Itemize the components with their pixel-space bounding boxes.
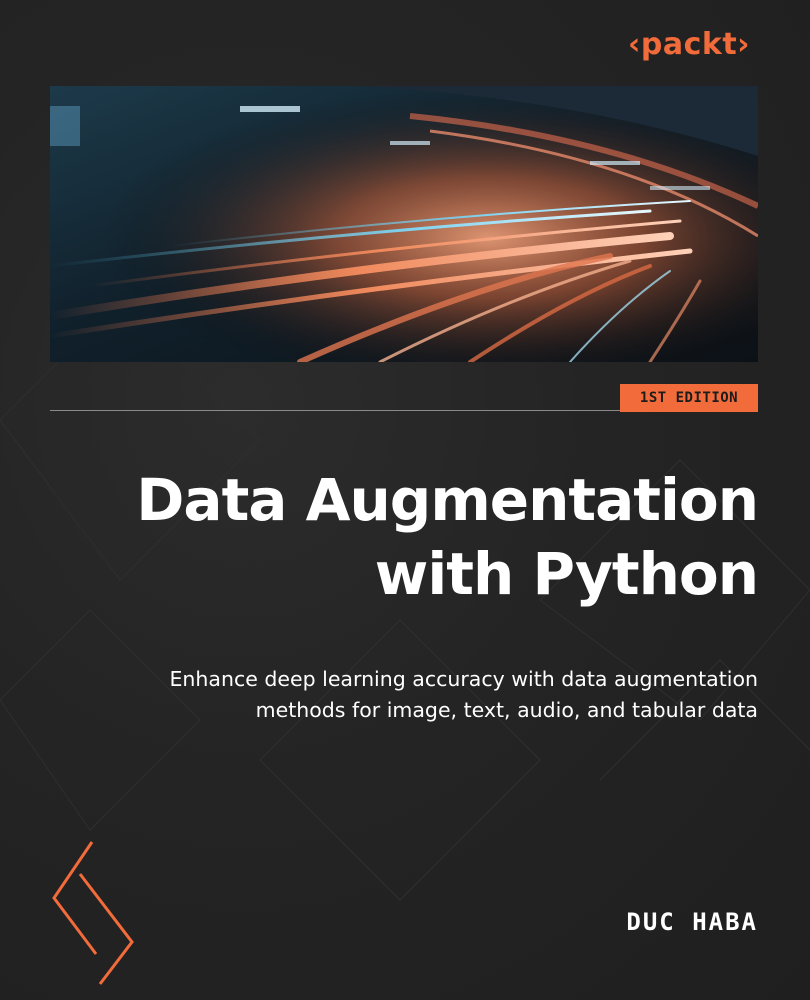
book-title: Data Augmentation with Python (58, 463, 759, 611)
book-cover: ‹ packt › 1ST EDITION Data Augmentation … (0, 0, 810, 1000)
subtitle-line: Enhance deep learning accuracy with data… (169, 667, 758, 691)
edition-badge: 1ST EDITION (620, 384, 758, 412)
chevron-right-icon (52, 841, 134, 985)
cover-image (50, 86, 758, 362)
title-line: with Python (374, 540, 759, 608)
book-subtitle: Enhance deep learning accuracy with data… (98, 664, 758, 726)
publisher-logo: ‹ packt › (628, 26, 751, 62)
title-line: Data Augmentation (136, 466, 759, 534)
author-name: DUC HABA (626, 908, 758, 936)
subtitle-line: methods for image, text, audio, and tabu… (255, 698, 758, 722)
